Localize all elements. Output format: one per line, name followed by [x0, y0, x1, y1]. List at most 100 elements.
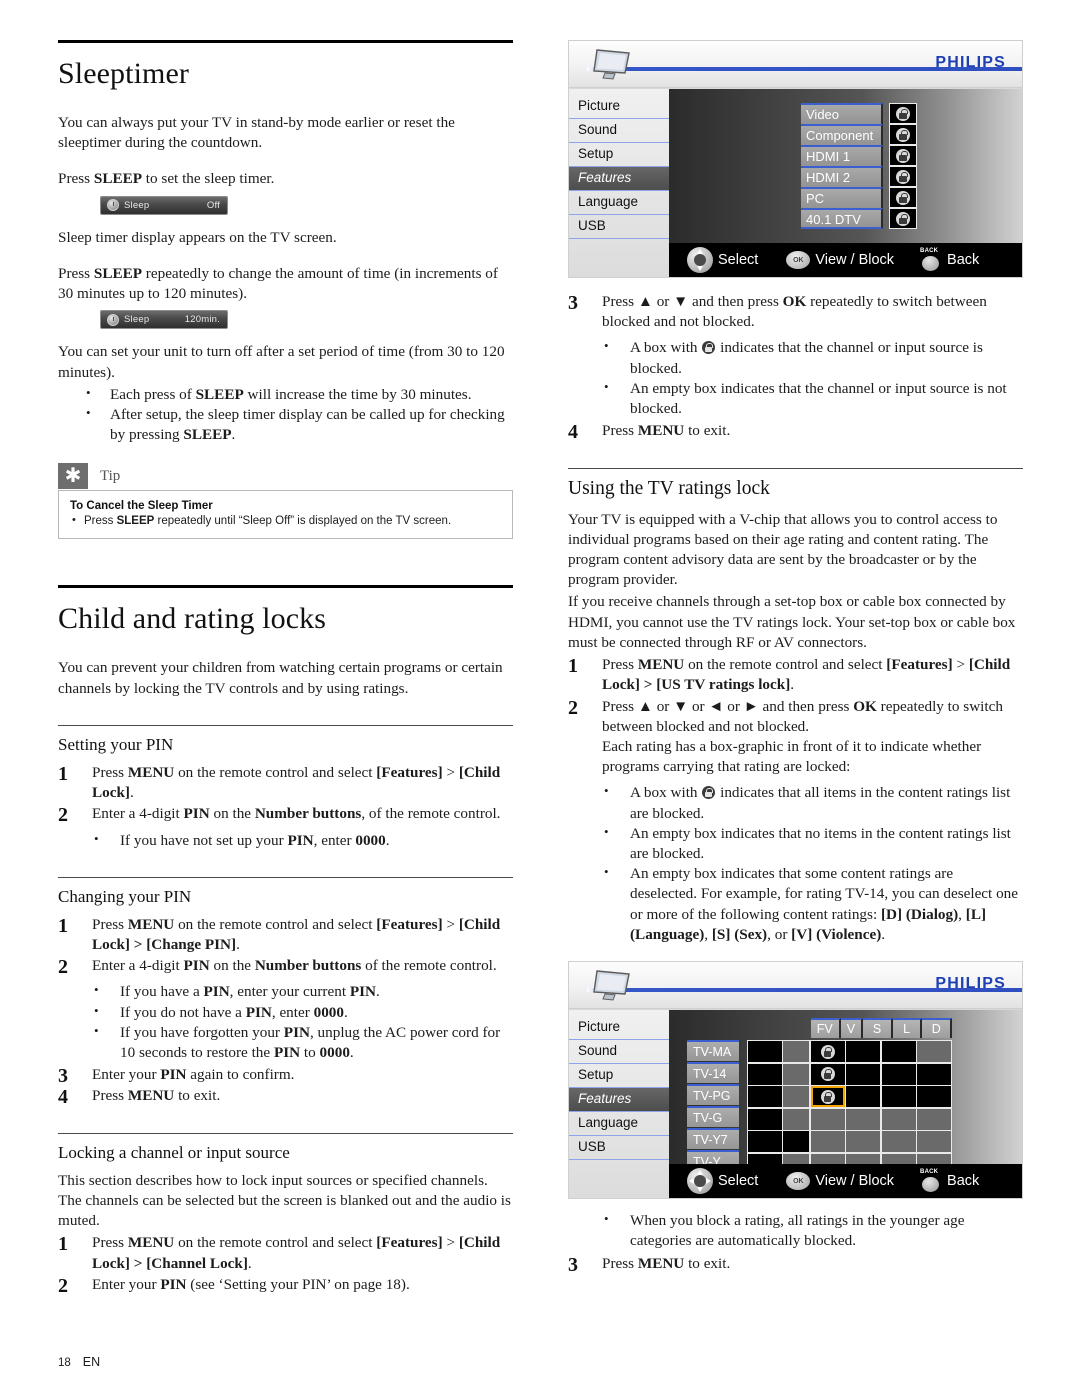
chapter-rule — [58, 40, 513, 43]
lock-checkbox[interactable] — [889, 208, 917, 229]
ratings-cell-r4-c0[interactable] — [747, 1131, 782, 1153]
ratings-cell-r1-c2[interactable] — [810, 1063, 845, 1085]
ratings-grid[interactable] — [746, 1040, 952, 1176]
lock-checkbox[interactable] — [889, 166, 917, 187]
txt: Each press of — [110, 385, 196, 403]
content-rating-v-name: (Violence) — [812, 925, 882, 943]
txt: > — [952, 656, 969, 674]
ratings-cell-r1-c4[interactable] — [881, 1063, 916, 1085]
row-label-tv-pg[interactable]: TV-PG — [687, 1084, 739, 1106]
key-pin: PIN — [245, 1003, 272, 1021]
sidebar-item-usb[interactable]: USB — [569, 215, 669, 239]
menu-path-features: [Features] — [376, 763, 443, 781]
manual-page: Sleeptimer You can always put your TV in… — [0, 0, 1080, 1397]
source-label: Component — [801, 124, 883, 145]
ratings-cell-r4-c1[interactable] — [783, 1131, 809, 1153]
list-item[interactable]: 40.1 DTV — [801, 208, 951, 229]
sidebar-item-usb[interactable]: USB — [569, 1136, 669, 1161]
tip-box: ✱ Tip To Cancel the Sleep Timer Press SL… — [58, 463, 513, 540]
lock-checkbox[interactable] — [889, 145, 917, 166]
txt: Press ▲ or ▼ and then press — [602, 293, 783, 310]
sidebar-item-sound[interactable]: Sound — [569, 1040, 669, 1065]
ratings-matrix: FV V S L D TV-MA TV-14 TV-PG TV-G TV-Y7 … — [687, 1018, 952, 1176]
txt: , — [958, 905, 966, 923]
ratings-cell-r0-c1[interactable] — [783, 1041, 809, 1063]
ratings-cell-r3-c5[interactable] — [917, 1108, 951, 1130]
list-item[interactable]: Component — [801, 124, 951, 145]
list-item: 3 Press ▲ or ▼ and then press OK repeated… — [568, 292, 1023, 332]
ratings-cell-r2-c3[interactable] — [846, 1086, 880, 1108]
ratings-cell-r3-c0[interactable] — [747, 1108, 782, 1130]
lock-checkbox[interactable] — [889, 103, 917, 124]
ratings-cell-r1-c1[interactable] — [783, 1063, 809, 1085]
column-header-s: S — [863, 1018, 893, 1039]
ratings-cell-r0-c2[interactable] — [810, 1041, 845, 1063]
step-number: 2 — [568, 696, 578, 719]
ratings-cell-r4-c4[interactable] — [881, 1131, 916, 1153]
sleep-badge-value: Off — [206, 199, 220, 211]
row-label-tv-14[interactable]: TV-14 — [687, 1062, 739, 1084]
default-pin: 0000 — [355, 831, 386, 849]
hint-back: BACK Back — [920, 248, 979, 272]
key-pin: PIN — [160, 1066, 187, 1084]
sidebar-item-sound[interactable]: Sound — [569, 119, 669, 143]
txt: to — [300, 1044, 320, 1062]
ratings-cell-r3-c2[interactable] — [810, 1108, 845, 1130]
lock-checkbox[interactable] — [889, 187, 917, 208]
philips-logo: PHILIPS — [935, 54, 1006, 71]
txt: . — [385, 831, 390, 849]
ratings-cell-r0-c5[interactable] — [917, 1041, 951, 1063]
key-ok: OK — [782, 293, 807, 310]
ratings-cell-r4-c3[interactable] — [846, 1131, 880, 1153]
sidebar-item-features[interactable]: Features — [569, 167, 669, 191]
ratings-cell-r2-c0[interactable] — [747, 1086, 782, 1108]
sidebar-item-language[interactable]: Language — [569, 1112, 669, 1137]
list-item[interactable]: Video — [801, 103, 951, 124]
ratings-cell-r1-c0[interactable] — [747, 1063, 782, 1085]
txt: > — [442, 763, 459, 781]
step-number: 3 — [568, 1253, 578, 1276]
ratings-cell-r4-c2[interactable] — [810, 1131, 845, 1153]
sidebar-item-picture[interactable]: Picture — [569, 1016, 669, 1041]
ratings-cell-r2-c4[interactable] — [881, 1086, 916, 1108]
content-rating-d: [D] — [880, 905, 903, 923]
ratings-cell-r2-c1[interactable] — [783, 1086, 809, 1108]
lock-checkbox[interactable] — [889, 124, 917, 145]
ratings-cell-r1-c5[interactable] — [917, 1063, 951, 1085]
list-item[interactable]: HDMI 2 — [801, 166, 951, 187]
ratings-cell-r0-c4[interactable] — [881, 1041, 916, 1063]
osd-stage: Picture Sound Setup Features Language US… — [569, 89, 1022, 277]
list-item: 4 Press MENU to exit. — [58, 1086, 513, 1108]
row-label-tv-y7[interactable]: TV-Y7 — [687, 1128, 739, 1150]
ratings-cell-r2-c5[interactable] — [917, 1086, 951, 1108]
ratings-cell-r4-c5[interactable] — [917, 1131, 951, 1153]
ratings-cell-r3-c3[interactable] — [846, 1108, 880, 1130]
ratings-cell-r0-c0[interactable] — [747, 1041, 782, 1063]
ratings-cell-r2-c2[interactable] — [810, 1086, 845, 1108]
sidebar-item-picture[interactable]: Picture — [569, 95, 669, 119]
ratings-cell-r1-c3[interactable] — [846, 1063, 880, 1085]
txt: , of the remote control. — [361, 805, 501, 823]
default-pin: 0000 — [319, 1044, 350, 1062]
sidebar-item-features[interactable]: Features — [569, 1088, 669, 1113]
list-item[interactable]: PC — [801, 187, 951, 208]
sidebar-item-language[interactable]: Language — [569, 191, 669, 215]
ratings-cell-r0-c3[interactable] — [846, 1041, 880, 1063]
list-item: 3 Press MENU to exit. — [568, 1254, 1023, 1276]
section-heading-tv-ratings-lock: Using the TV ratings lock — [568, 477, 770, 499]
page-footer: 18 EN — [58, 1355, 100, 1369]
txt: . — [376, 983, 380, 1001]
list-item: 1 Press MENU on the remote control and se… — [58, 915, 513, 955]
ratings-cell-r3-c4[interactable] — [881, 1108, 916, 1130]
hint-label: Select — [718, 1173, 759, 1190]
ratings-paragraph-1: Your TV is equipped with a V-chip that a… — [568, 510, 998, 589]
ratings-cell-r3-c1[interactable] — [783, 1108, 809, 1130]
sidebar-item-setup[interactable]: Setup — [569, 143, 669, 167]
list-item: 2 Enter a 4-digit PIN on the Number butto… — [58, 804, 513, 826]
column-header-v: V — [840, 1018, 864, 1039]
sidebar-item-setup[interactable]: Setup — [569, 1064, 669, 1089]
row-label-tv-ma[interactable]: TV-MA — [687, 1040, 739, 1062]
row-label-tv-g[interactable]: TV-G — [687, 1106, 739, 1128]
txt: Press — [92, 1087, 128, 1105]
list-item[interactable]: HDMI 1 — [801, 145, 951, 166]
